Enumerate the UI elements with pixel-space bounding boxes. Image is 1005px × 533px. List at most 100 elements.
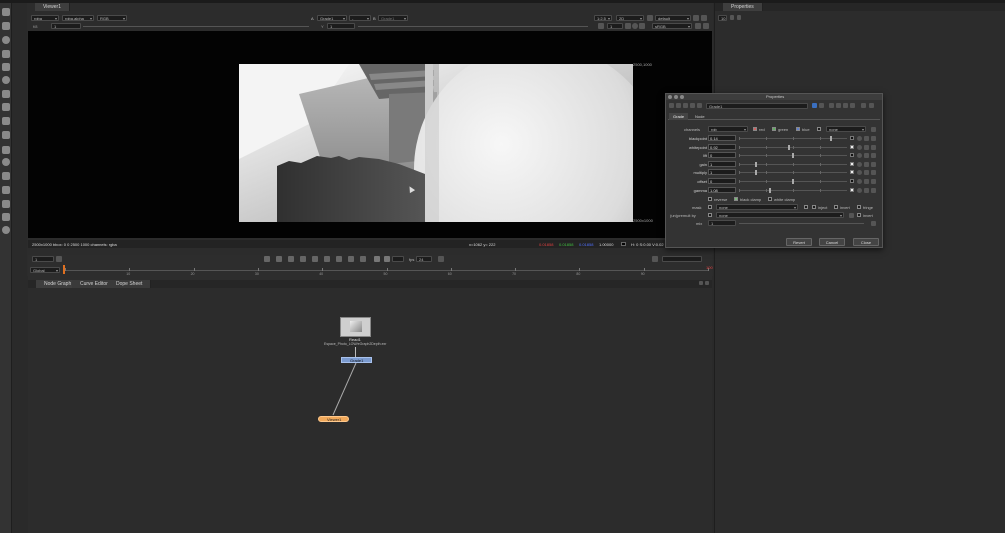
- channel-icon[interactable]: [2, 50, 10, 58]
- animation-menu-icon[interactable]: [871, 179, 876, 184]
- slider-knob[interactable]: [754, 170, 757, 176]
- overlay-icon[interactable]: [695, 23, 701, 29]
- properties-count-field[interactable]: 10: [718, 15, 727, 21]
- dialog-titlebar[interactable]: Properties: [666, 94, 882, 100]
- alpha-checkbox[interactable]: [817, 127, 821, 131]
- pane-menu-icon[interactable]: [699, 281, 703, 285]
- param-slider[interactable]: [739, 187, 847, 193]
- revert-icon[interactable]: [829, 103, 834, 108]
- color-wheel-icon[interactable]: [857, 179, 862, 184]
- 3d-icon[interactable]: [2, 131, 10, 139]
- ofx-icon[interactable]: [2, 226, 10, 234]
- animation-menu-icon[interactable]: [871, 153, 876, 159]
- param-field[interactable]: 0.14: [708, 135, 736, 141]
- wipe-icon[interactable]: [625, 23, 631, 29]
- color-swatch-icon[interactable]: [850, 144, 854, 149]
- preset-icon[interactable]: [836, 103, 841, 108]
- slider-knob[interactable]: [792, 153, 794, 159]
- mask-checkbox[interactable]: [708, 205, 712, 209]
- param-field[interactable]: 0: [708, 178, 736, 184]
- minimize-window-icon[interactable]: [674, 95, 678, 99]
- frame-field[interactable]: 1: [32, 256, 54, 262]
- color-swatch-icon[interactable]: [850, 136, 854, 140]
- param-field[interactable]: 1.08: [708, 186, 736, 193]
- merge-icon[interactable]: [2, 103, 10, 111]
- gain-icon[interactable]: f/8: [33, 24, 37, 29]
- viewer-node[interactable]: Viewer1: [318, 416, 349, 422]
- slider-knob[interactable]: [768, 187, 771, 193]
- views-icon[interactable]: [2, 146, 10, 154]
- tab-node[interactable]: Node: [691, 113, 709, 120]
- node-color-icon[interactable]: [697, 103, 702, 108]
- gain-field[interactable]: 1: [51, 23, 81, 29]
- maximize-window-icon[interactable]: [680, 95, 684, 99]
- tab-dope-sheet[interactable]: Dope Sheet: [108, 280, 152, 288]
- close-window-icon[interactable]: [668, 95, 672, 99]
- premult-checkbox[interactable]: [708, 213, 712, 217]
- premult-dropdown[interactable]: none: [716, 212, 844, 218]
- param-slider[interactable]: [739, 179, 847, 184]
- prev-keyframe-icon[interactable]: [276, 256, 282, 262]
- color-check-icon[interactable]: [632, 23, 638, 29]
- input-b-dropdown[interactable]: Grade1: [378, 15, 408, 21]
- node-view-icon[interactable]: [676, 103, 681, 108]
- metadata-icon[interactable]: [2, 158, 10, 166]
- zoom-dropdown[interactable]: 1:2.5: [594, 15, 612, 21]
- node-help-icon[interactable]: [683, 103, 688, 108]
- toolsets-icon[interactable]: [2, 172, 10, 180]
- slider-knob[interactable]: [754, 161, 757, 167]
- param-field[interactable]: 0: [708, 152, 736, 159]
- clip-icon[interactable]: [703, 23, 709, 29]
- close-button[interactable]: Close: [853, 238, 879, 246]
- skip-back-icon[interactable]: [374, 256, 380, 262]
- mix-field[interactable]: 1: [708, 220, 736, 226]
- node-pin-icon[interactable]: [690, 103, 695, 108]
- channels-extra-dropdown[interactable]: none: [826, 126, 866, 132]
- gamma-icon[interactable]: Y: [321, 24, 324, 29]
- black-clamp-checkbox[interactable]: [734, 197, 738, 201]
- param-slider[interactable]: [739, 144, 847, 150]
- white-clamp-checkbox[interactable]: [768, 197, 772, 201]
- slider-knob[interactable]: [792, 179, 794, 184]
- color-wheel-icon[interactable]: [857, 161, 862, 167]
- roi-icon[interactable]: [693, 15, 699, 21]
- pane-close-icon[interactable]: [705, 281, 709, 285]
- color-swatch-icon[interactable]: [850, 161, 854, 166]
- mix-anim-icon[interactable]: [871, 221, 876, 226]
- image-icon[interactable]: [2, 8, 10, 16]
- range-mode-dropdown[interactable]: Global: [30, 267, 60, 273]
- display-dropdown[interactable]: sRGB: [652, 23, 692, 29]
- proxy-icon[interactable]: [639, 23, 645, 29]
- param-slider[interactable]: [739, 153, 847, 159]
- min-panel-icon[interactable]: [861, 103, 866, 108]
- frame-field[interactable]: 1: [607, 23, 623, 29]
- animation-menu-icon[interactable]: [871, 136, 876, 141]
- furnace-icon[interactable]: [2, 200, 10, 208]
- red-checkbox[interactable]: [753, 127, 757, 131]
- color-wheel-icon[interactable]: [857, 153, 862, 159]
- step-forward-icon[interactable]: [336, 256, 342, 262]
- input-a-dropdown[interactable]: Grade1: [317, 15, 347, 21]
- color-wheel-icon[interactable]: [857, 187, 862, 193]
- play-forward-icon[interactable]: [324, 256, 330, 262]
- clear-icon[interactable]: [737, 15, 741, 20]
- view-mode-dropdown[interactable]: 2D: [616, 15, 644, 21]
- lock-icon[interactable]: [730, 15, 734, 20]
- fps-field[interactable]: 24: [416, 256, 432, 262]
- gamma-field[interactable]: 1: [327, 23, 355, 29]
- color-swatch-icon[interactable]: [850, 170, 854, 175]
- mask-channel-checkbox[interactable]: [804, 205, 808, 209]
- color-icon[interactable]: [2, 63, 10, 71]
- redo-icon[interactable]: [819, 103, 824, 108]
- flipbook-icon[interactable]: [652, 256, 658, 262]
- transform-icon[interactable]: [2, 117, 10, 125]
- mask-dropdown[interactable]: none: [716, 204, 798, 210]
- animation-menu-icon[interactable]: [871, 170, 876, 176]
- goto-end-icon[interactable]: [360, 256, 366, 262]
- color-swatch-icon[interactable]: [850, 187, 854, 192]
- param-field[interactable]: 1: [708, 160, 736, 167]
- revert-button[interactable]: Revert: [786, 238, 812, 246]
- channels-dropdown[interactable]: rgb: [708, 126, 748, 132]
- increment-field[interactable]: [392, 256, 404, 262]
- step-back-icon[interactable]: [288, 256, 294, 262]
